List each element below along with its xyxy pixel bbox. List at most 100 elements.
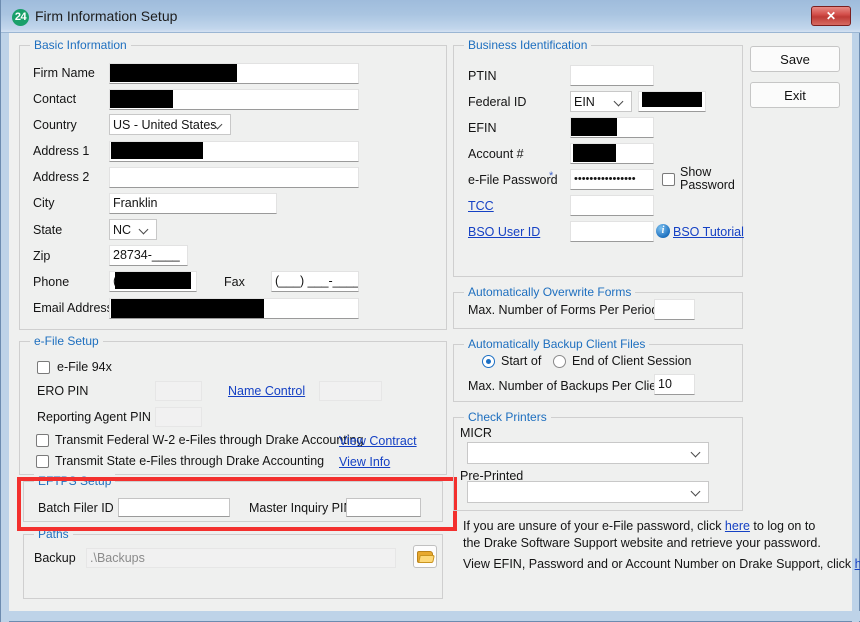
exit-button[interactable]: Exit [750, 82, 840, 108]
tcc-link[interactable]: TCC [468, 199, 494, 213]
reporting-agent-pin-label: Reporting Agent PIN [37, 410, 151, 424]
max-backups-label: Max. Number of Backups Per Client [468, 379, 667, 393]
chevron-down-icon [692, 448, 701, 457]
eftps-setup-legend: EFTPS Setup [34, 474, 115, 488]
backup-start-of-label: Start of [501, 354, 541, 368]
email-label: Email Address [33, 301, 113, 315]
efile-94x-checkbox[interactable] [37, 361, 50, 374]
required-marker: * [549, 170, 553, 182]
view-info-link[interactable]: View Info [339, 455, 390, 469]
firm-name-redaction [110, 64, 237, 82]
backup-end-of-session-radio[interactable] [553, 355, 566, 368]
transmit-state-checkbox[interactable] [36, 455, 49, 468]
bso-user-id-link[interactable]: BSO User ID [468, 225, 540, 239]
ero-pin-input[interactable] [155, 381, 202, 401]
master-inquiry-pin-label: Master Inquiry PIN [249, 501, 353, 515]
ptin-label: PTIN [468, 69, 496, 83]
efile-password-input[interactable]: •••••••••••••••• [570, 169, 654, 190]
auto-backup-legend: Automatically Backup Client Files [464, 337, 649, 351]
firm-name-label: Firm Name [33, 66, 95, 80]
country-value: US - United States [113, 118, 217, 132]
micr-label: MICR [460, 426, 492, 440]
micr-printer-select[interactable] [467, 442, 709, 464]
transmit-federal-w2-label: Transmit Federal W-2 e-Files through Dra… [55, 433, 363, 447]
tcc-input[interactable] [570, 195, 654, 216]
efin-help-line: View EFIN, Password and or Account Numbe… [463, 556, 860, 573]
address2-input[interactable] [109, 167, 359, 188]
name-control-input[interactable] [319, 381, 382, 401]
name-control-link[interactable]: Name Control [228, 384, 305, 398]
federal-id-label: Federal ID [468, 95, 526, 109]
contact-redaction [110, 90, 173, 108]
max-backups-input[interactable]: 10 [654, 374, 695, 395]
account-number-redaction [573, 144, 616, 162]
auto-overwrite-forms-legend: Automatically Overwrite Forms [464, 285, 635, 299]
federal-id-type-select[interactable]: EIN [570, 91, 632, 112]
state-value: NC [113, 223, 131, 237]
state-select[interactable]: NC [109, 219, 157, 240]
efile-password-help-line2: the Drake Software Support website and r… [463, 535, 821, 552]
master-inquiry-pin-input[interactable] [346, 498, 421, 517]
transmit-state-label: Transmit State e-Files through Drake Acc… [55, 454, 324, 468]
country-select[interactable]: US - United States [109, 114, 231, 135]
address1-label: Address 1 [33, 144, 89, 158]
help-line1-after: to log on to [750, 519, 815, 533]
efin-label: EFIN [468, 121, 496, 135]
efin-redaction [571, 118, 617, 136]
phone-label: Phone [33, 275, 69, 289]
basic-information-legend: Basic Information [30, 38, 131, 52]
account-number-label: Account # [468, 147, 524, 161]
email-redaction [111, 299, 264, 318]
window-border-right [852, 0, 859, 622]
backup-start-of-radio[interactable] [482, 355, 495, 368]
close-icon[interactable]: ✕ [811, 6, 851, 26]
bso-tutorial-link[interactable]: BSO Tutorial [673, 225, 744, 239]
phone-redaction [115, 272, 191, 289]
max-forms-label: Max. Number of Forms Per Period [468, 303, 658, 317]
state-label: State [33, 223, 62, 237]
firm-information-setup-window: 24 Firm Information Setup ✕ Save Exit Ba… [0, 0, 860, 622]
ero-pin-label: ERO PIN [37, 384, 88, 398]
zip-input[interactable]: 28734-____ [109, 245, 188, 266]
country-label: Country [33, 118, 77, 132]
drake-support-here-link[interactable]: here [855, 557, 860, 571]
paths-legend: Paths [34, 527, 73, 541]
federal-id-type-value: EIN [574, 95, 595, 109]
efile-password-label: e-File Password [468, 173, 558, 187]
fax-label: Fax [224, 275, 245, 289]
fax-input[interactable]: (___) ___-____ [271, 271, 359, 292]
city-input[interactable]: Franklin [109, 193, 277, 214]
batch-filer-id-label: Batch Filer ID [38, 501, 114, 515]
batch-filer-id-input[interactable] [118, 498, 230, 517]
chevron-down-icon [692, 487, 701, 496]
save-button[interactable]: Save [750, 46, 840, 72]
window-border-bottom [1, 611, 860, 621]
zip-label: Zip [33, 249, 50, 263]
bso-user-id-input[interactable] [570, 221, 654, 242]
folder-icon [417, 551, 434, 563]
ptin-input[interactable] [570, 65, 654, 86]
address1-redaction [111, 142, 203, 159]
contact-label: Contact [33, 92, 76, 106]
chevron-down-icon [615, 97, 624, 106]
check-printers-legend: Check Printers [464, 410, 551, 424]
backup-path-label: Backup [34, 551, 76, 565]
backup-path-input[interactable]: .\Backups [86, 548, 396, 568]
max-forms-input[interactable] [654, 299, 695, 320]
drake-24-icon: 24 [12, 9, 29, 26]
show-password-checkbox[interactable] [662, 173, 675, 186]
help-line1-before: If you are unsure of your e-File passwor… [463, 519, 725, 533]
reporting-agent-pin-input[interactable] [155, 407, 202, 427]
info-icon: i [656, 224, 670, 238]
chevron-down-icon [214, 120, 223, 129]
title-bar: 24 Firm Information Setup ✕ [1, 0, 860, 33]
transmit-federal-w2-checkbox[interactable] [36, 434, 49, 447]
efile-password-here-link[interactable]: here [725, 519, 750, 533]
show-password-label: Show Password [680, 166, 740, 192]
efile-password-help-line1: If you are unsure of your e-File passwor… [463, 518, 815, 535]
browse-folder-button[interactable] [413, 545, 437, 568]
pre-printed-printer-select[interactable] [467, 481, 709, 503]
window-title: Firm Information Setup [35, 8, 177, 24]
city-label: City [33, 196, 55, 210]
view-contract-link[interactable]: View Contract [339, 434, 417, 448]
